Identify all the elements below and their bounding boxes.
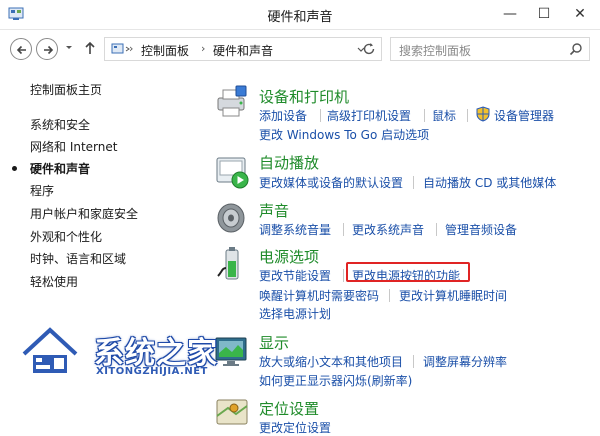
watermark-url: XITONGZHIJIA.NET (96, 366, 208, 377)
breadcrumb-control-panel[interactable]: 控制面板 (141, 42, 189, 59)
link-separator (389, 289, 390, 302)
link-separator (436, 223, 437, 236)
search-placeholder: 搜索控制面板 (399, 44, 472, 58)
link-change-power-saving-settings[interactable]: 更改节能设置 (259, 267, 331, 284)
sidebar: 控制面板主页 系统和安全 网络和 Internet 硬件和声音 程序 用户帐户和… (0, 64, 200, 436)
sidebar-item-clock-language-region[interactable]: 时钟、语言和区域 (30, 250, 126, 267)
link-separator (343, 269, 344, 282)
arrow-right-icon (44, 45, 54, 55)
back-button[interactable] (10, 38, 32, 60)
close-button[interactable]: ✕ (560, 0, 600, 28)
maximize-button[interactable]: ☐ (526, 0, 562, 28)
display-icon[interactable] (214, 334, 250, 370)
link-advanced-printer-settings[interactable]: 高级打印机设置 (327, 107, 411, 124)
category-title-devices-printers[interactable]: 设备和打印机 (259, 86, 349, 107)
recent-pages-chevron-icon[interactable] (64, 42, 74, 52)
sidebar-item-programs[interactable]: 程序 (30, 182, 54, 199)
minimize-button[interactable]: — (492, 0, 528, 28)
search-icon[interactable] (569, 42, 583, 56)
link-separator (343, 223, 344, 236)
link-separator (413, 355, 414, 368)
search-box[interactable]: 搜索控制面板 (390, 37, 590, 61)
link-add-device[interactable]: 添加设备 (259, 107, 307, 124)
watermark-logo-icon (21, 324, 79, 375)
link-change-sleep-time[interactable]: 更改计算机睡眠时间 (399, 287, 507, 304)
link-autoplay-cd[interactable]: 自动播放 CD 或其他媒体 (423, 174, 556, 191)
category-title-sound[interactable]: 声音 (259, 200, 289, 221)
battery-icon[interactable] (214, 246, 250, 282)
link-separator (467, 109, 468, 122)
link-separator (413, 176, 414, 189)
breadcrumb-separator: › (129, 42, 134, 55)
location-icon[interactable] (214, 394, 250, 430)
link-change-media-defaults[interactable]: 更改媒体或设备的默认设置 (259, 174, 403, 191)
sidebar-item-network-internet[interactable]: 网络和 Internet (30, 138, 117, 155)
link-separator (320, 109, 321, 122)
control-panel-icon (111, 43, 130, 54)
uac-shield-icon (476, 106, 490, 122)
printer-icon[interactable] (214, 84, 250, 120)
link-windows-to-go[interactable]: 更改 Windows To Go 启动选项 (259, 126, 429, 143)
category-title-location-settings[interactable]: 定位设置 (259, 398, 319, 419)
autoplay-icon[interactable] (214, 154, 250, 190)
up-arrow-icon[interactable] (82, 40, 98, 56)
link-choose-power-plan[interactable]: 选择电源计划 (259, 305, 331, 322)
link-fix-monitor-flicker[interactable]: 如何更正显示器闪烁(刷新率) (259, 372, 412, 389)
link-device-manager[interactable]: 设备管理器 (494, 107, 554, 124)
sidebar-item-ease-of-access[interactable]: 轻松使用 (30, 273, 78, 290)
forward-button[interactable] (36, 38, 58, 60)
link-separator (424, 109, 425, 122)
link-change-location-settings[interactable]: 更改定位设置 (259, 419, 331, 436)
sidebar-item-control-panel-home[interactable]: 控制面板主页 (30, 81, 102, 98)
link-change-system-sounds[interactable]: 更改系统声音 (352, 221, 424, 238)
sidebar-item-system-security[interactable]: 系统和安全 (30, 116, 90, 133)
address-bar[interactable]: › 控制面板 › 硬件和声音 (104, 37, 382, 61)
category-title-power-options[interactable]: 电源选项 (259, 246, 319, 267)
current-page-bullet (12, 166, 17, 171)
title-bar: 硬件和声音 — ☐ ✕ (0, 0, 600, 30)
sidebar-item-hardware-sound[interactable]: 硬件和声音 (30, 160, 90, 177)
arrow-left-icon (16, 45, 26, 55)
speaker-icon[interactable] (214, 200, 250, 236)
link-mouse[interactable]: 鼠标 (432, 107, 456, 124)
link-adjust-resolution[interactable]: 调整屏幕分辨率 (423, 353, 507, 370)
link-adjust-volume[interactable]: 调整系统音量 (259, 221, 331, 238)
navigation-bar: › 控制面板 › 硬件和声音 搜索控制面板 (0, 30, 600, 64)
sidebar-item-appearance[interactable]: 外观和个性化 (30, 228, 102, 245)
category-title-autoplay[interactable]: 自动播放 (259, 152, 319, 173)
category-title-display[interactable]: 显示 (259, 332, 289, 353)
breadcrumb-hardware-sound[interactable]: 硬件和声音 (213, 42, 273, 59)
highlight-box (346, 262, 470, 282)
sidebar-item-user-accounts[interactable]: 用户帐户和家庭安全 (30, 205, 138, 222)
link-resize-text[interactable]: 放大或缩小文本和其他项目 (259, 353, 403, 370)
link-require-password-on-wake[interactable]: 唤醒计算机时需要密码 (259, 287, 379, 304)
link-manage-audio-devices[interactable]: 管理音频设备 (445, 221, 517, 238)
breadcrumb-separator: › (201, 42, 206, 55)
refresh-icon[interactable] (361, 41, 377, 57)
